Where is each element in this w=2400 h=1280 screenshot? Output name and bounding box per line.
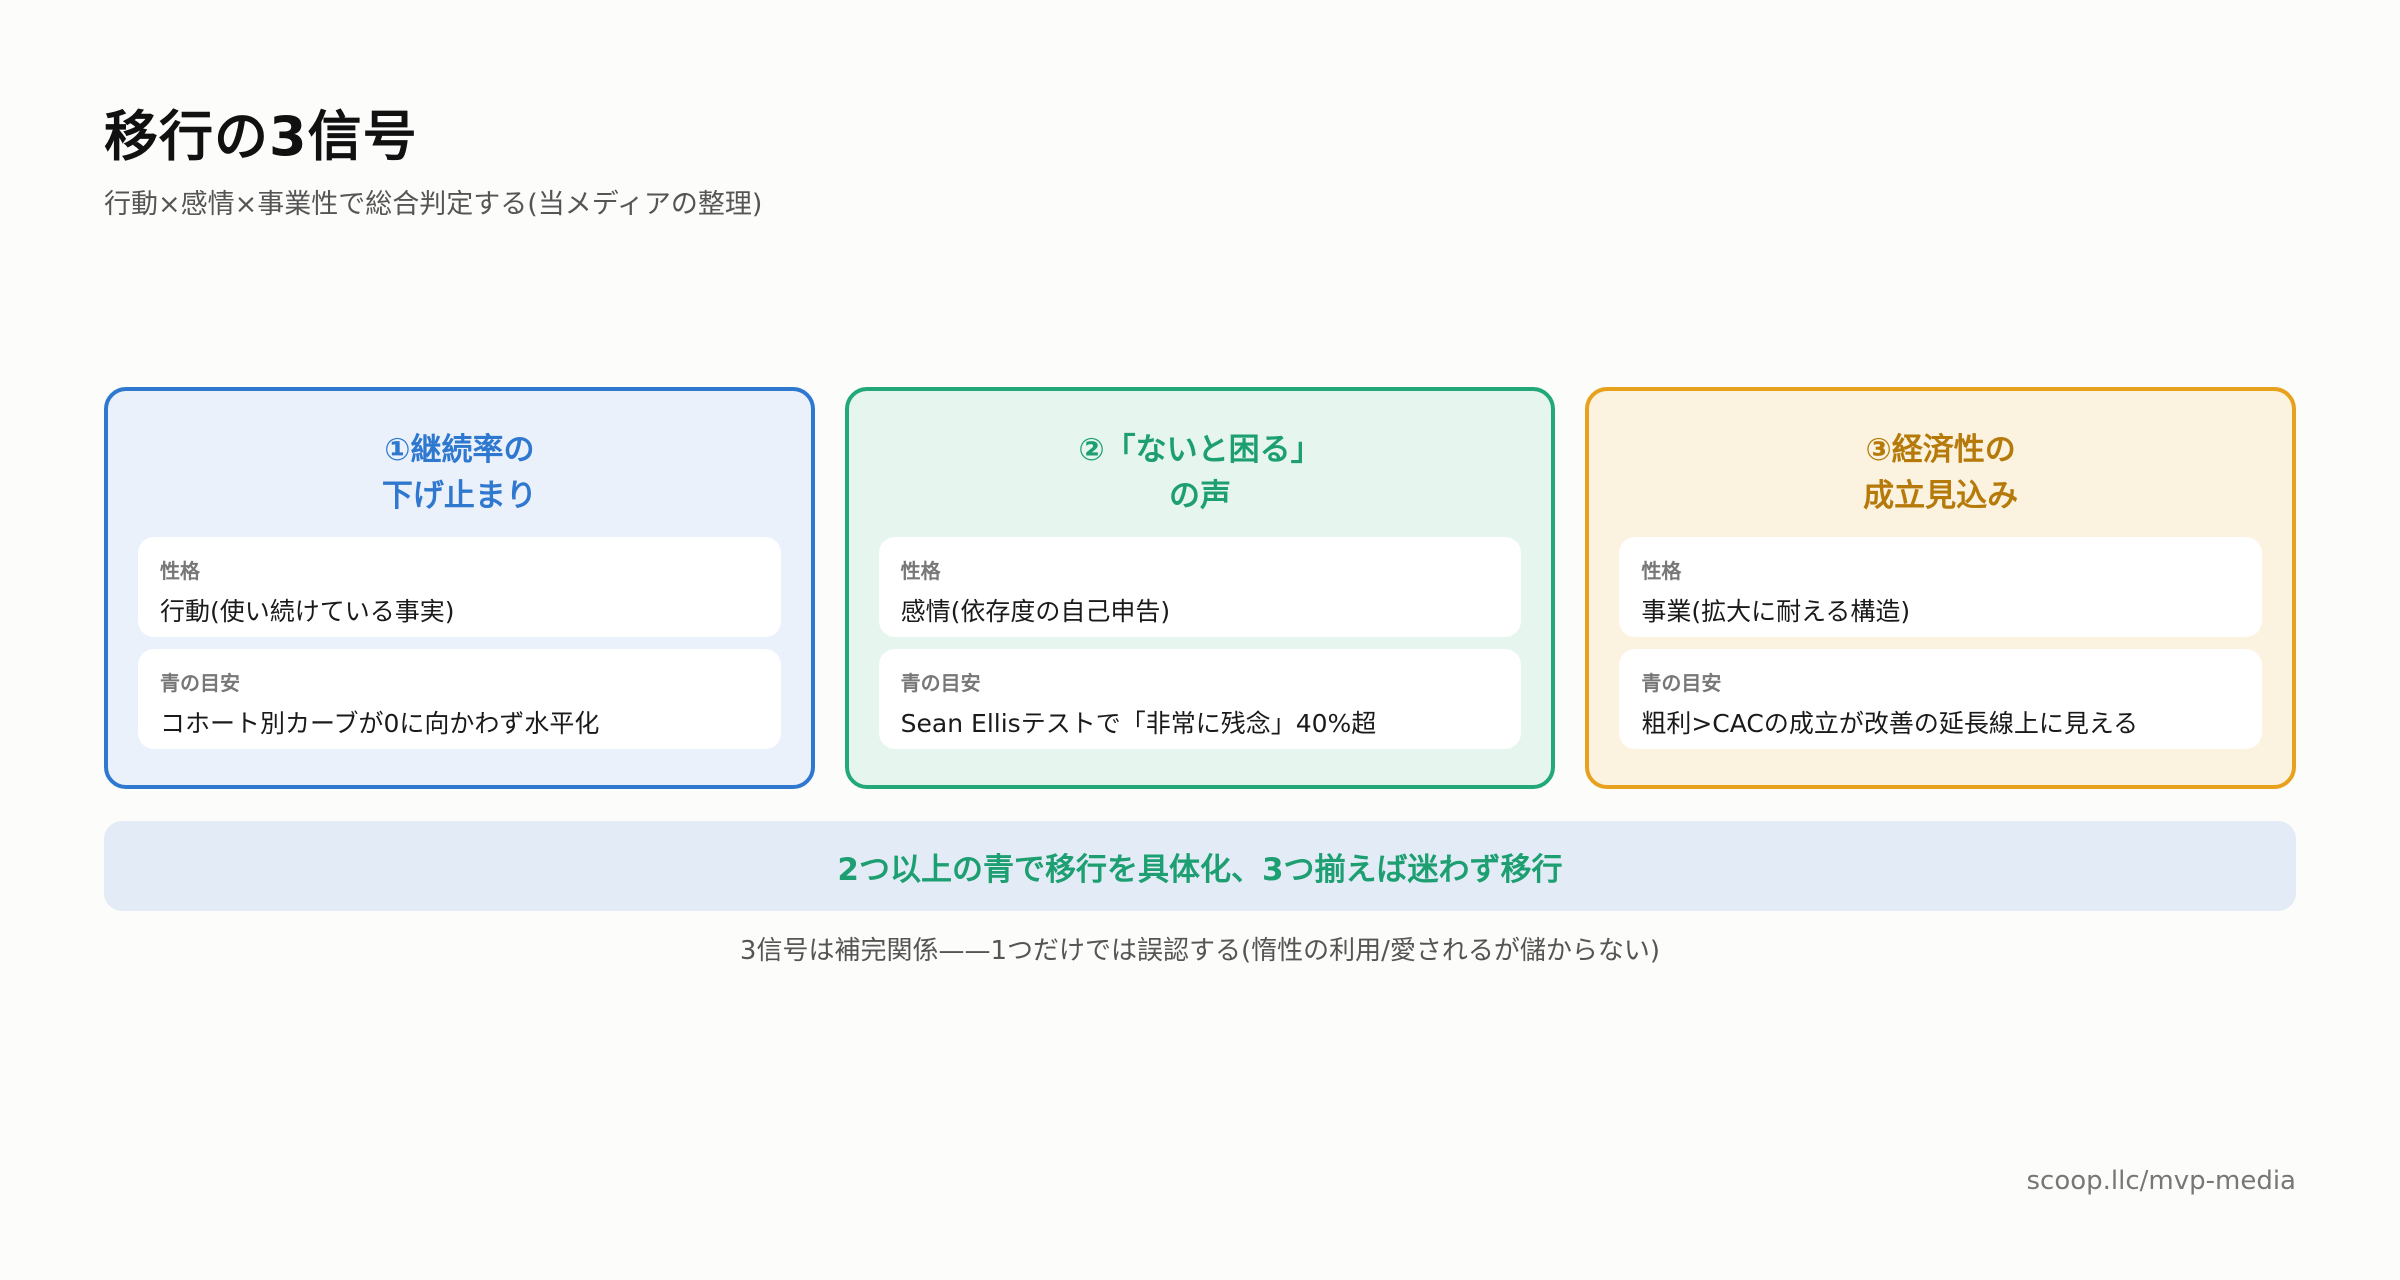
- signal-cards: ①継続率の 下げ止まり 性格 行動(使い続けている事実) 青の目安 コホート別カ…: [104, 387, 2297, 789]
- signal-card-economics: ③経済性の 成立見込み 性格 事業(拡大に耐える構造) 青の目安 粗利>CACの…: [1585, 387, 2297, 789]
- card-title-line2: の声: [1169, 478, 1231, 514]
- nature-value: 感情(依存度の自己申告): [900, 597, 1171, 626]
- nature-label: 性格: [900, 559, 941, 583]
- nature-box: 性格 行動(使い続けている事実): [138, 537, 781, 637]
- target-value: コホート別カーブが0に向かわず水平化: [160, 709, 600, 738]
- card-title: ①継続率の 下げ止まり: [138, 427, 781, 519]
- conclusion-text: 2つ以上の青で移行を具体化、3つ揃えば迷わず移行: [837, 851, 1563, 888]
- target-label: 青の目安: [160, 671, 240, 695]
- nature-label: 性格: [160, 559, 200, 583]
- target-label: 青の目安: [1641, 671, 1722, 695]
- target-label: 青の目安: [900, 671, 981, 695]
- footnote: 3信号は補完関係——1つだけでは誤認する(惰性の利用/愛されるが儲からない): [739, 936, 1661, 966]
- nature-box: 性格 事業(拡大に耐える構造): [1619, 537, 2263, 637]
- target-box: 青の目安 コホート別カーブが0に向かわず水平化: [138, 649, 781, 749]
- source-url: scoop.llc/mvp-media: [2026, 1166, 2296, 1196]
- card-title-line1: ②「ないと困る」: [1078, 432, 1322, 468]
- conclusion-banner: 2つ以上の青で移行を具体化、3つ揃えば迷わず移行: [104, 821, 2296, 911]
- target-box: 青の目安 粗利>CACの成立が改善の延長線上に見える: [1619, 649, 2263, 749]
- target-value: Sean Ellisテストで「非常に残念」40%超: [900, 709, 1377, 738]
- card-title-line1: ③経済性の: [1865, 432, 2016, 468]
- signal-card-retention: ①継続率の 下げ止まり 性格 行動(使い続けている事実) 青の目安 コホート別カ…: [104, 387, 815, 789]
- card-title-line2: 成立見込み: [1863, 478, 2019, 514]
- card-title: ③経済性の 成立見込み: [1619, 427, 2262, 519]
- nature-box: 性格 感情(依存度の自己申告): [878, 537, 1522, 637]
- nature-value: 事業(拡大に耐える構造): [1641, 597, 1911, 626]
- card-title-line1: ①継続率の: [384, 432, 535, 468]
- card-title-line2: 下げ止まり: [381, 478, 537, 514]
- nature-value: 行動(使い続けている事実): [160, 597, 455, 626]
- card-title: ②「ないと困る」 の声: [879, 427, 1522, 519]
- signal-card-voice: ②「ないと困る」 の声 性格 感情(依存度の自己申告) 青の目安 Sean El…: [844, 387, 1556, 789]
- nature-label: 性格: [1641, 559, 1682, 583]
- target-value: 粗利>CACの成立が改善の延長線上に見える: [1641, 709, 2139, 738]
- page-subtitle: 行動×感情×事業性で総合判定する(当メディアの整理): [104, 189, 763, 220]
- page-title: 移行の3信号: [104, 105, 418, 168]
- target-box: 青の目安 Sean Ellisテストで「非常に残念」40%超: [878, 649, 1522, 749]
